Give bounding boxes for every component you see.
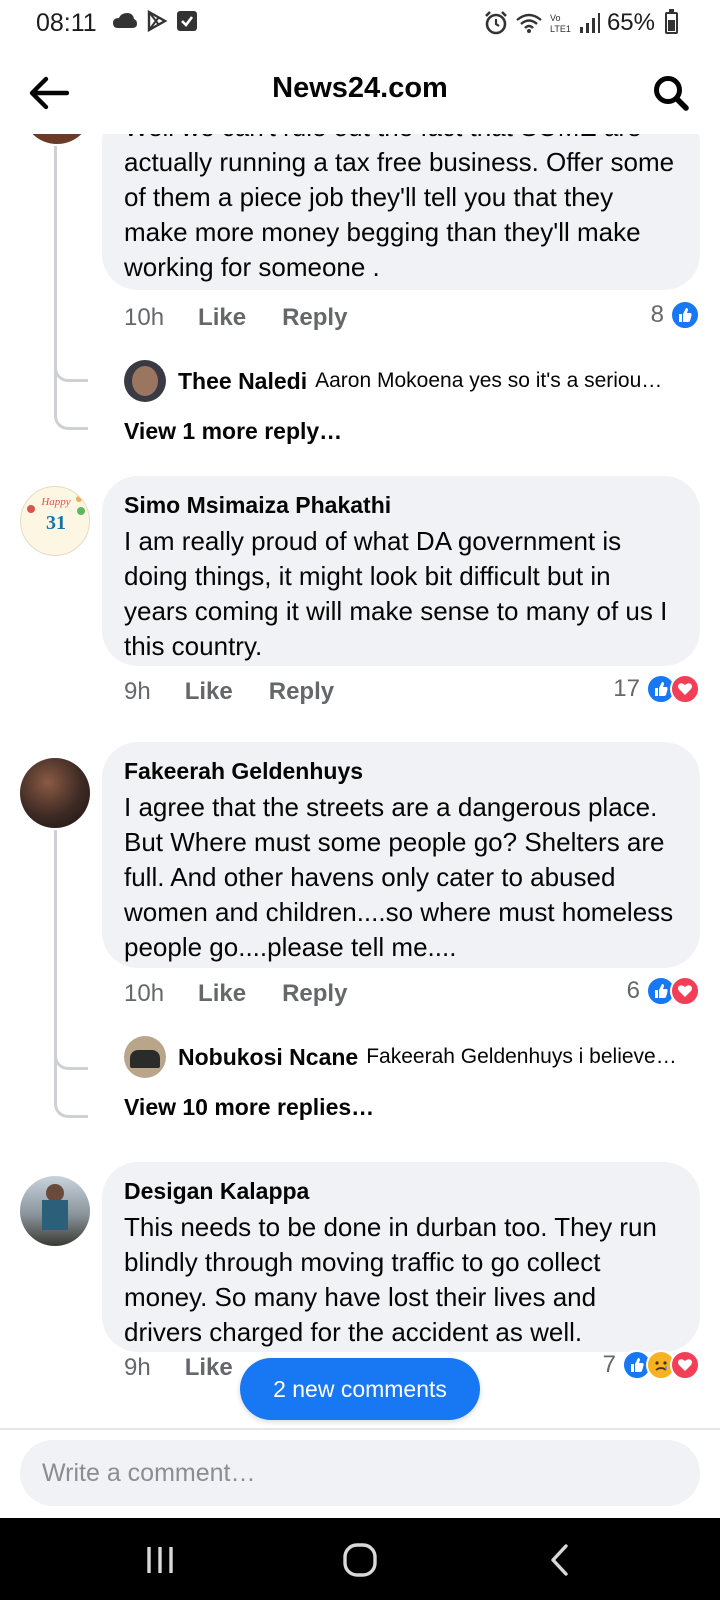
comment-author[interactable]: Desigan Kalappa (124, 1176, 678, 1206)
reaction-summary[interactable]: 6 (627, 976, 700, 1006)
status-left-icons (112, 10, 198, 32)
reaction-summary[interactable]: 8 (651, 300, 700, 330)
status-right: Vo LTE1 65% (483, 9, 678, 37)
like-button[interactable]: Like (185, 678, 233, 706)
comment-input-placeholder: Write a comment… (42, 1458, 256, 1487)
comment-actions: 10h Like Reply (124, 304, 347, 332)
reply-avatar[interactable] (124, 1036, 166, 1078)
reply-button[interactable]: Reply (282, 304, 347, 332)
view-more-replies[interactable]: View 10 more replies… (124, 1094, 374, 1121)
comment-author[interactable]: Fakeerah Geldenhuys (124, 756, 678, 786)
comment-actions: 9h Like (124, 1354, 233, 1382)
avatar[interactable]: Happy 31 (20, 486, 90, 556)
comment-actions: 10h Like Reply (124, 980, 347, 1008)
reply-preview[interactable]: Thee Naledi Aaron Mokoena yes so it's a … (124, 360, 662, 402)
reply-button[interactable]: Reply (282, 980, 347, 1008)
reaction-summary[interactable]: 7 (603, 1350, 700, 1380)
comment-bubble[interactable]: Simo Msimaiza Phakathi I am really proud… (102, 476, 700, 666)
cloud-icon (113, 13, 137, 28)
svg-text:Happy: Happy (40, 496, 70, 508)
comment-text: This needs to be done in durban too. The… (124, 1212, 657, 1347)
comment-time: 9h (124, 1354, 151, 1381)
reply-connector (54, 1068, 88, 1118)
avatar[interactable] (20, 758, 90, 828)
avatar-number: 31 (46, 512, 66, 534)
reply-connector (54, 1014, 88, 1070)
wifi-icon (516, 13, 542, 33)
avatar[interactable] (22, 134, 92, 144)
search-button[interactable] (646, 68, 696, 118)
reply-author: Thee Naledi (178, 367, 308, 394)
avatar[interactable] (20, 1176, 90, 1246)
love-reaction-icon (670, 1350, 700, 1380)
recent-apps-button[interactable] (130, 1538, 190, 1582)
check-box-icon (177, 11, 197, 31)
reply-author: Nobukosi Ncane (178, 1043, 359, 1070)
comment-text: I agree that the streets are a dangerous… (124, 792, 674, 962)
comment-time: 10h (124, 980, 165, 1007)
view-more-replies[interactable]: View 1 more reply… (124, 418, 342, 445)
reaction-count: 17 (613, 675, 640, 702)
love-reaction-icon (670, 674, 700, 704)
like-reaction-icon (670, 300, 700, 330)
reply-button[interactable]: Reply (269, 678, 334, 706)
recent-apps-icon (147, 1547, 173, 1573)
home-icon (343, 1543, 377, 1577)
signal-icon (579, 13, 600, 33)
new-comments-button[interactable]: 2 new comments (240, 1358, 480, 1420)
like-button[interactable]: Like (198, 304, 246, 332)
page-title: News24.com (272, 72, 448, 104)
comment-bubble[interactable]: Desigan Kalappa This needs to be done in… (102, 1162, 700, 1352)
comment-bubble[interactable]: Well we can't rule out the fact that SOM… (102, 134, 700, 290)
status-time: 08:11 (36, 9, 97, 37)
home-button[interactable] (330, 1538, 390, 1582)
like-button[interactable]: Like (198, 980, 246, 1008)
comment-input[interactable]: Write a comment… (20, 1440, 700, 1506)
system-nav-bar (0, 1518, 720, 1600)
app-header: News24.com (0, 58, 720, 128)
reaction-summary[interactable]: 17 (613, 674, 700, 704)
comment-bubble[interactable]: Fakeerah Geldenhuys I agree that the str… (102, 742, 700, 968)
reply-avatar[interactable] (124, 360, 166, 402)
nav-back-button[interactable] (530, 1538, 590, 1582)
status-bar: 08:11 Vo LTE1 65% (0, 0, 720, 46)
reply-connector (54, 334, 88, 382)
comment-time: 9h (124, 678, 151, 705)
search-icon (654, 76, 689, 111)
reaction-count: 7 (602, 1351, 616, 1378)
svg-text:LTE1: LTE1 (550, 24, 571, 34)
comment-author[interactable]: Simo Msimaiza Phakathi (124, 490, 678, 520)
love-reaction-icon (670, 976, 700, 1006)
battery-percent: 65% (606, 9, 655, 36)
alarm-icon (485, 11, 507, 35)
reply-connector (54, 380, 88, 430)
play-store-icon (147, 10, 168, 32)
back-icon (551, 1544, 568, 1576)
reply-snippet: Aaron Mokoena yes so it's a seriou… (315, 369, 663, 392)
reply-preview[interactable]: Nobukosi Ncane Fakeerah Geldenhuys i bel… (124, 1036, 677, 1078)
comment-text: I am really proud of what DA government … (124, 526, 668, 661)
comment-actions: 9h Like Reply (124, 678, 334, 706)
reply-snippet: Fakeerah Geldenhuys i believe… (366, 1045, 677, 1068)
reaction-count: 8 (650, 301, 664, 328)
comment-text: Well we can't rule out the fact that SOM… (124, 134, 675, 282)
like-button[interactable]: Like (185, 1354, 233, 1382)
composer-divider (0, 1428, 720, 1430)
comment-time: 10h (124, 304, 165, 331)
comments-list: Well we can't rule out the fact that SOM… (0, 134, 720, 1426)
battery-icon (665, 9, 678, 34)
svg-text:Vo: Vo (550, 13, 561, 23)
volte-icon: VoLTE1 (550, 13, 571, 34)
reaction-count: 6 (626, 977, 640, 1004)
